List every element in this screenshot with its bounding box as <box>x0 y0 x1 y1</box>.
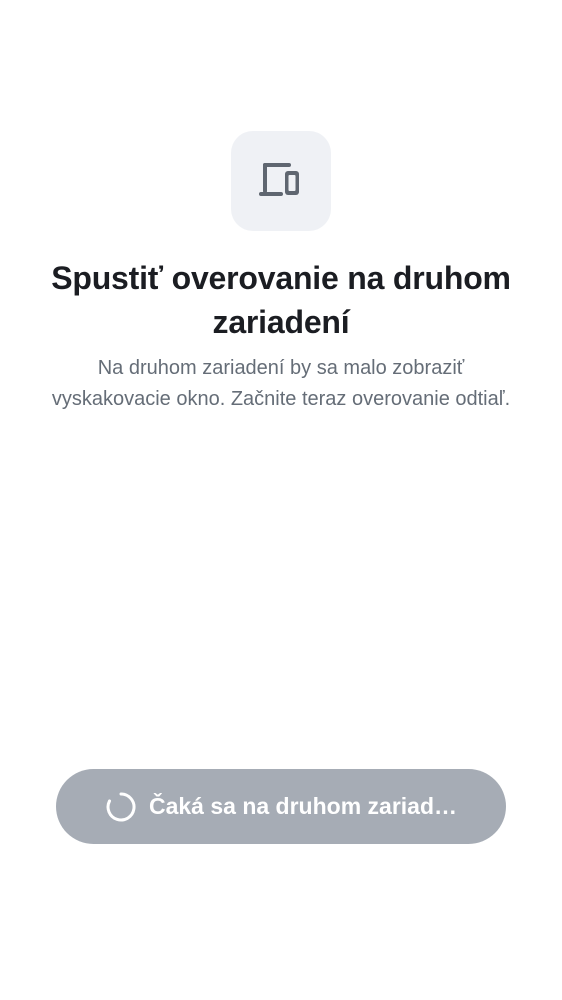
devices-icon <box>259 161 303 201</box>
verification-screen: Spustiť overovanie na druhom zariadení N… <box>0 0 562 1000</box>
device-icon-tile <box>231 131 331 231</box>
waiting-button-label: Čaká sa na druhom zariad… <box>148 793 458 819</box>
instruction-text: Na druhom zariadení by sa malo zobraziť … <box>51 357 511 410</box>
waiting-button[interactable]: Čaká sa na druhom zariad… <box>56 769 506 844</box>
page-title: Spustiť overovanie na druhom zariadení <box>51 260 511 340</box>
loading-spinner-icon <box>105 791 137 823</box>
